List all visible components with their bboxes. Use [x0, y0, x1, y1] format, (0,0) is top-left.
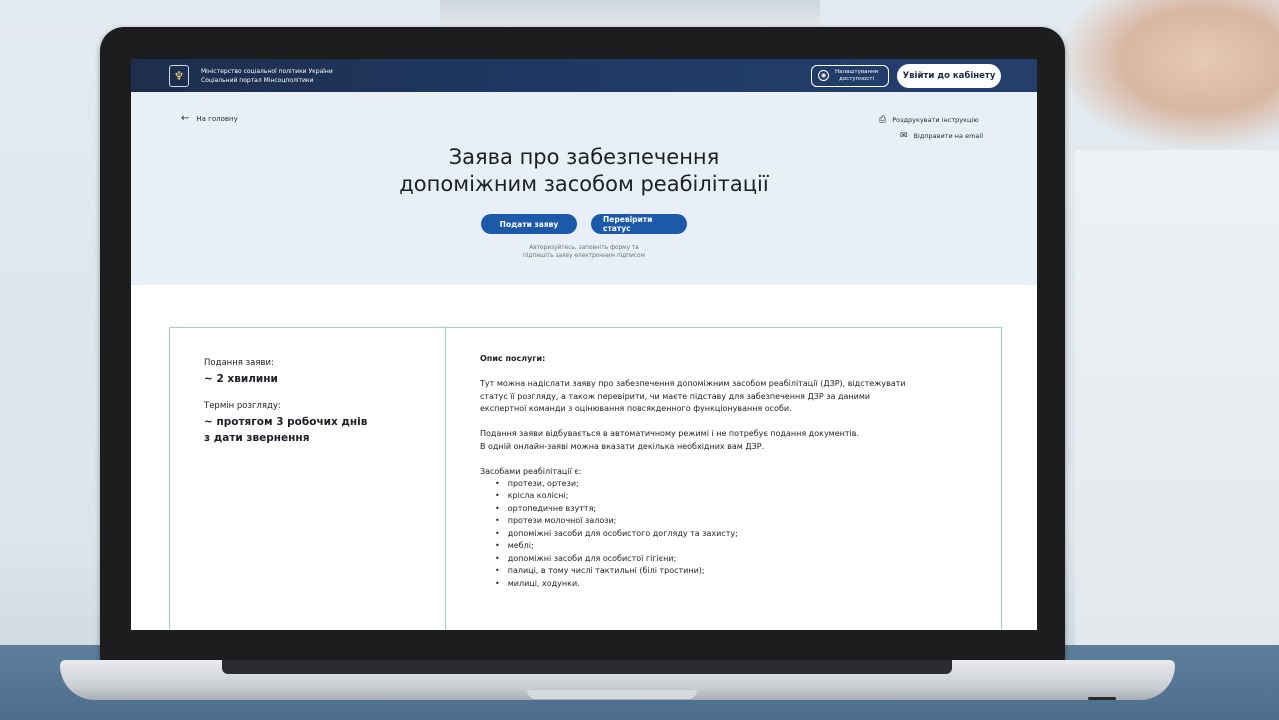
list-item: • протези, ортези;: [495, 478, 579, 488]
submit-application-button[interactable]: Подати заяву: [481, 214, 577, 234]
background-blur: [440, 0, 820, 28]
header-actions: ◉ Налаштування доступності Увійти до каб…: [811, 63, 1001, 88]
aids-title: Засобами реабілітації є:: [480, 466, 582, 476]
hero-section: ← На головну ⎙ Роздрукувати інструкцію ✉…: [131, 92, 1037, 285]
print-instruction-link[interactable]: ⎙ Роздрукувати інструкцію: [879, 112, 983, 128]
list-item: • крісла колісні;: [495, 491, 569, 500]
mail-icon: ✉: [900, 131, 908, 141]
laptop-indicator: [1088, 697, 1116, 700]
service-description: Опис послуги: Тут можна надіслати заяву …: [446, 328, 1001, 630]
list-item: • допоміжні засоби для особистого догляду…: [495, 528, 738, 538]
eye-icon: ◉: [818, 70, 829, 81]
aids-list: • протези, ортези; • крісла колісні; • орто…: [495, 478, 1001, 591]
description-title: Опис послуги:: [480, 354, 546, 363]
description-paragraph: Подання заяви відбувається в автоматично…: [480, 429, 859, 451]
back-home-label: На головну: [196, 114, 238, 123]
back-home-link[interactable]: ← На головну: [181, 113, 238, 124]
coat-of-arms-icon[interactable]: ♆: [169, 64, 189, 87]
print-instruction-label: Роздрукувати інструкцію: [892, 116, 979, 124]
page-title: Заява про забезпечення допоміжним засобо…: [399, 145, 769, 196]
arrow-left-icon: ←: [181, 113, 190, 124]
list-item: • допоміжні засоби для особистої гігієни;: [495, 553, 677, 563]
check-status-button[interactable]: Перевірити статус: [591, 214, 687, 234]
site-header: ♆ Міністерство соціальної політики Украї…: [131, 59, 1037, 92]
send-email-link[interactable]: ✉ Відправити на email: [900, 128, 983, 144]
list-item: • милиці, ходунки.: [495, 578, 580, 588]
background-paper: [1075, 150, 1279, 650]
list-item: • протези молочної залози;: [495, 516, 617, 525]
description-paragraph: Тут можна надіслати заяву про забезпечен…: [480, 379, 906, 413]
send-email-label: Відправити на email: [913, 132, 984, 140]
laptop-notch: [527, 690, 697, 699]
laptop-screen: ♆ Міністерство соціальної політики Украї…: [131, 59, 1037, 630]
list-item: • ортопедичне взуття;: [495, 503, 597, 513]
ministry-name[interactable]: Міністерство соціальної політики України…: [201, 67, 333, 85]
service-timing: Подання заяви: ~ 2 хвилини Термін розгля…: [170, 328, 446, 630]
laptop-keyboard: [222, 660, 952, 674]
hero-note: Авторизуйтесь, заповніть форму та підпиш…: [523, 245, 645, 259]
accessibility-settings-button[interactable]: ◉ Налаштування доступності: [811, 64, 889, 87]
printer-icon: ⎙: [879, 115, 887, 125]
background-hand: [1060, 0, 1279, 150]
submission-time: Подання заяви: ~ 2 хвилини: [204, 358, 278, 385]
list-item: • палиці, в тому числі тактильні (білі тр…: [495, 566, 705, 575]
list-item: • меблі;: [495, 541, 534, 550]
review-time: Термін розгляду: ~ протягом 3 робочих дн…: [204, 401, 368, 444]
login-button[interactable]: Увійти до кабінету: [897, 63, 1001, 88]
hero-buttons: Подати заяву Перевірити статус: [131, 214, 1037, 234]
side-actions: ⎙ Роздрукувати інструкцію ✉ Відправити н…: [879, 112, 983, 144]
accessibility-label: Налаштування доступності: [835, 68, 878, 82]
service-info-card: Подання заяви: ~ 2 хвилини Термін розгля…: [169, 327, 1002, 630]
